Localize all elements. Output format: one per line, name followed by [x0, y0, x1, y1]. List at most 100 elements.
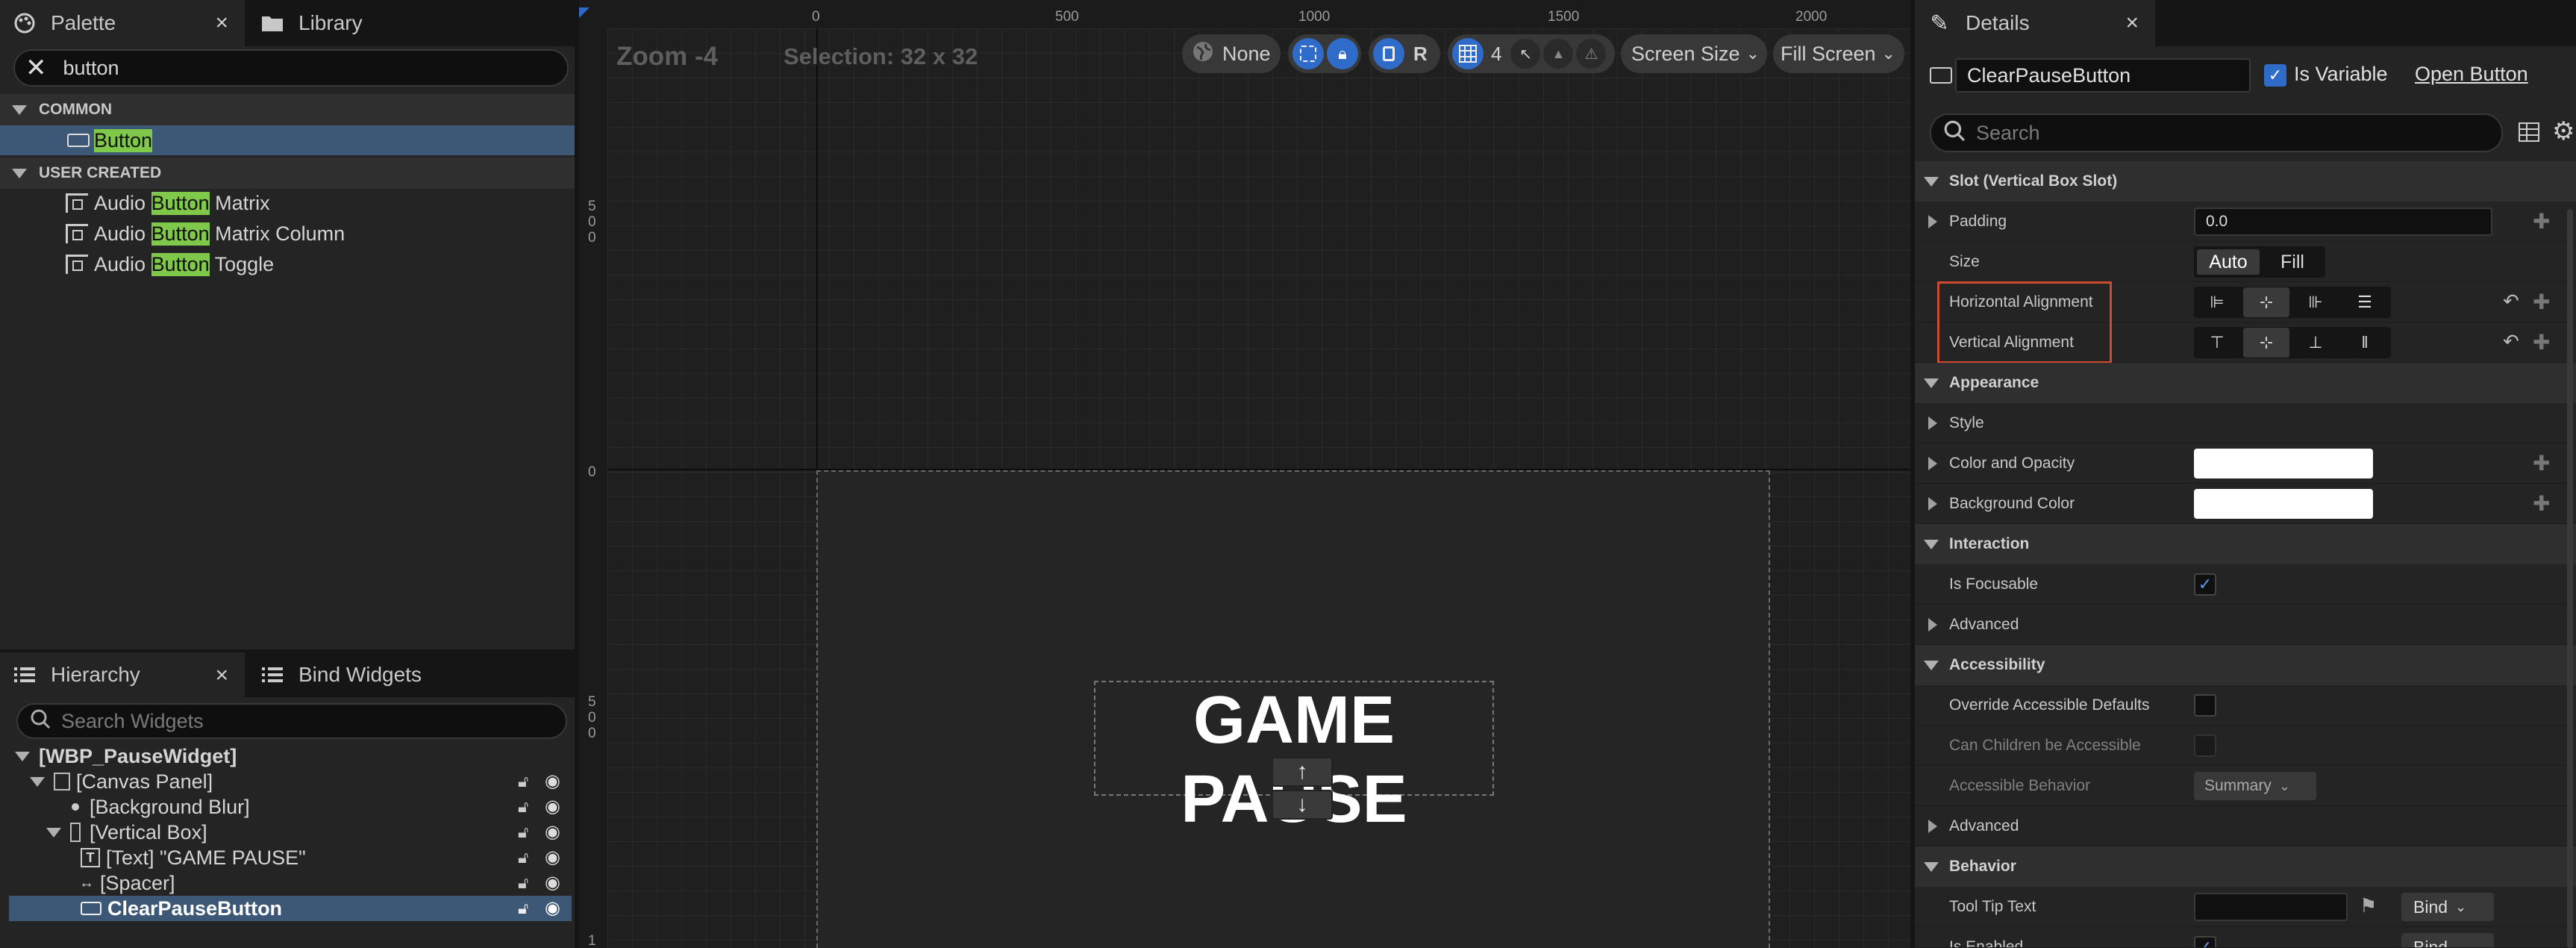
- add-binding-icon[interactable]: ✚: [2533, 330, 2550, 355]
- eye-icon[interactable]: ◉: [545, 897, 560, 919]
- close-icon[interactable]: ×: [215, 10, 228, 36]
- r-toggle[interactable]: R: [1413, 43, 1428, 66]
- section-slot[interactable]: Slot (Vertical Box Slot): [1915, 161, 2576, 202]
- reset-icon[interactable]: ↶: [2503, 330, 2519, 353]
- grid-icon[interactable]: [1452, 38, 1484, 69]
- eye-icon[interactable]: ◉: [545, 846, 560, 868]
- section-appearance[interactable]: Appearance: [1915, 363, 2576, 403]
- align-center-icon[interactable]: ⊹: [2243, 287, 2289, 317]
- size-fill-option[interactable]: Fill: [2263, 249, 2322, 275]
- details-scrollbar[interactable]: [2567, 209, 2573, 948]
- expand-icon[interactable]: [1928, 618, 1937, 632]
- add-binding-icon[interactable]: ✚: [2533, 491, 2550, 516]
- move-up-button[interactable]: ↑: [1272, 757, 1333, 787]
- lock-icon[interactable]: 🔓︎: [518, 848, 528, 867]
- is-enabled-checkbox[interactable]: ✓: [2194, 936, 2216, 947]
- designer-viewport[interactable]: 0 500 1000 1500 2000 500 0 500 1 Zoom -4…: [579, 0, 1910, 948]
- align-left-icon[interactable]: ⊫: [2194, 287, 2240, 317]
- warning-icon[interactable]: ⚠: [1576, 39, 1607, 69]
- tree-item-vertical-box[interactable]: [Vertical Box] 🔓︎ ◉: [0, 820, 575, 845]
- tree-item-background-blur[interactable]: [Background Blur] 🔓︎ ◉: [0, 794, 575, 820]
- override-acc-checkbox[interactable]: [2194, 694, 2216, 717]
- lock-icon[interactable]: 🔒︎: [1327, 38, 1358, 69]
- palette-search-input[interactable]: ✕ button: [13, 49, 569, 87]
- table-view-icon[interactable]: [2518, 121, 2540, 147]
- tab-palette[interactable]: Palette ×: [0, 0, 245, 46]
- expand-icon[interactable]: [1928, 497, 1937, 511]
- hierarchy-search-input[interactable]: Search Widgets: [16, 703, 567, 739]
- section-user-created[interactable]: USER CREATED: [0, 158, 575, 189]
- expand-icon[interactable]: [1928, 417, 1937, 430]
- grid-snap-value[interactable]: 4: [1491, 43, 1501, 66]
- tab-hierarchy[interactable]: Hierarchy ×: [0, 652, 245, 697]
- eye-icon[interactable]: ◉: [545, 770, 560, 792]
- size-auto-option[interactable]: Auto: [2197, 249, 2260, 275]
- palette-item-audio-button-toggle[interactable]: Audio Button Toggle: [66, 249, 274, 279]
- expand-icon: [30, 776, 45, 787]
- cursor-icon[interactable]: ↖: [1510, 39, 1541, 69]
- tab-bind-widgets[interactable]: Bind Widgets: [248, 652, 501, 697]
- align-fill-icon[interactable]: ☰: [2342, 287, 2388, 317]
- lock-icon[interactable]: 🔓︎: [518, 873, 528, 893]
- tree-item-root[interactable]: [WBP_PauseWidget]: [0, 743, 575, 769]
- lock-icon[interactable]: 🔓︎: [518, 899, 528, 918]
- move-down-button[interactable]: ↓: [1272, 790, 1333, 820]
- tooltip-bind-dropdown[interactable]: Bind ⌄: [2401, 893, 2494, 921]
- close-icon[interactable]: ×: [215, 663, 228, 688]
- lock-icon[interactable]: 🔓︎: [518, 772, 528, 791]
- align-vfill-icon[interactable]: ‖: [2342, 328, 2388, 358]
- open-button-link[interactable]: Open Button: [2415, 63, 2528, 86]
- eye-icon[interactable]: ◉: [545, 821, 560, 843]
- respect-lock-icon[interactable]: [1373, 38, 1404, 69]
- is-focusable-checkbox[interactable]: ✓: [2194, 573, 2216, 596]
- fill-screen-dropdown[interactable]: Fill Screen ⌄: [1773, 34, 1904, 73]
- dashed-box-icon[interactable]: [1292, 38, 1324, 69]
- screen-size-dropdown[interactable]: Screen Size ⌄: [1621, 34, 1767, 73]
- section-common[interactable]: COMMON: [0, 94, 575, 125]
- tree-item-canvas-panel[interactable]: [Canvas Panel] 🔓︎ ◉: [0, 769, 575, 794]
- add-binding-icon[interactable]: ✚: [2533, 209, 2550, 234]
- add-binding-icon[interactable]: ✚: [2533, 451, 2550, 475]
- expand-icon[interactable]: [1928, 215, 1937, 228]
- is-variable-checkbox[interactable]: ✓: [2264, 64, 2286, 87]
- eye-icon[interactable]: ◉: [545, 796, 560, 817]
- widget-name-field[interactable]: ClearPauseButton: [1955, 58, 2251, 93]
- eye-icon[interactable]: ◉: [545, 872, 560, 894]
- enabled-bind-dropdown[interactable]: Bind ⌄: [2401, 933, 2494, 947]
- align-bottom-icon[interactable]: ⊥: [2292, 328, 2339, 358]
- padding-input[interactable]: 0.0: [2194, 208, 2492, 236]
- section-accessibility[interactable]: Accessibility: [1915, 645, 2576, 685]
- color-opacity-swatch[interactable]: [2194, 449, 2373, 478]
- expand-icon[interactable]: [1928, 820, 1937, 833]
- tree-item-clear-pause-button[interactable]: ClearPauseButton 🔓︎ ◉: [9, 896, 572, 921]
- tree-item-spacer[interactable]: ↔ [Spacer] 🔓︎ ◉: [0, 870, 575, 896]
- clear-search-icon[interactable]: ✕: [25, 53, 47, 83]
- can-children-checkbox[interactable]: [2194, 735, 2216, 757]
- align-right-icon[interactable]: ⊪: [2292, 287, 2339, 317]
- expand-icon[interactable]: [1928, 457, 1937, 470]
- section-behavior[interactable]: Behavior: [1915, 846, 2576, 887]
- chevron-down-icon: ⌄: [1881, 44, 1895, 63]
- reset-icon[interactable]: ↶: [2503, 290, 2519, 313]
- flag-icon[interactable]: ⚑: [2360, 894, 2377, 917]
- locale-dropdown[interactable]: None: [1182, 34, 1281, 73]
- section-interaction[interactable]: Interaction: [1915, 524, 2576, 564]
- settings-gear-icon[interactable]: ⚙: [2552, 116, 2575, 146]
- details-search-input[interactable]: Search: [1930, 113, 2503, 152]
- palette-item-button[interactable]: Button: [0, 125, 575, 155]
- palette-item-audio-button-matrix[interactable]: Audio Button Matrix: [66, 188, 270, 218]
- lock-icon[interactable]: 🔓︎: [518, 823, 528, 842]
- acc-behavior-dropdown[interactable]: Summary ⌄: [2194, 772, 2316, 800]
- palette-item-audio-button-matrix-column[interactable]: Audio Button Matrix Column: [66, 219, 345, 249]
- lock-icon[interactable]: 🔓︎: [518, 797, 528, 817]
- tab-library[interactable]: Library: [248, 0, 472, 46]
- tab-details[interactable]: ✎ Details ×: [1915, 0, 2155, 46]
- close-icon[interactable]: ×: [2125, 10, 2139, 36]
- align-top-icon[interactable]: ⊤: [2194, 328, 2240, 358]
- background-color-swatch[interactable]: [2194, 489, 2373, 519]
- tree-item-text[interactable]: T [Text] "GAME PAUSE" 🔓︎ ◉: [0, 845, 575, 870]
- add-binding-icon[interactable]: ✚: [2533, 290, 2550, 314]
- landscape-icon[interactable]: ▲: [1543, 39, 1574, 69]
- align-middle-icon[interactable]: ⊹: [2243, 328, 2289, 358]
- tooltip-input[interactable]: [2194, 893, 2348, 921]
